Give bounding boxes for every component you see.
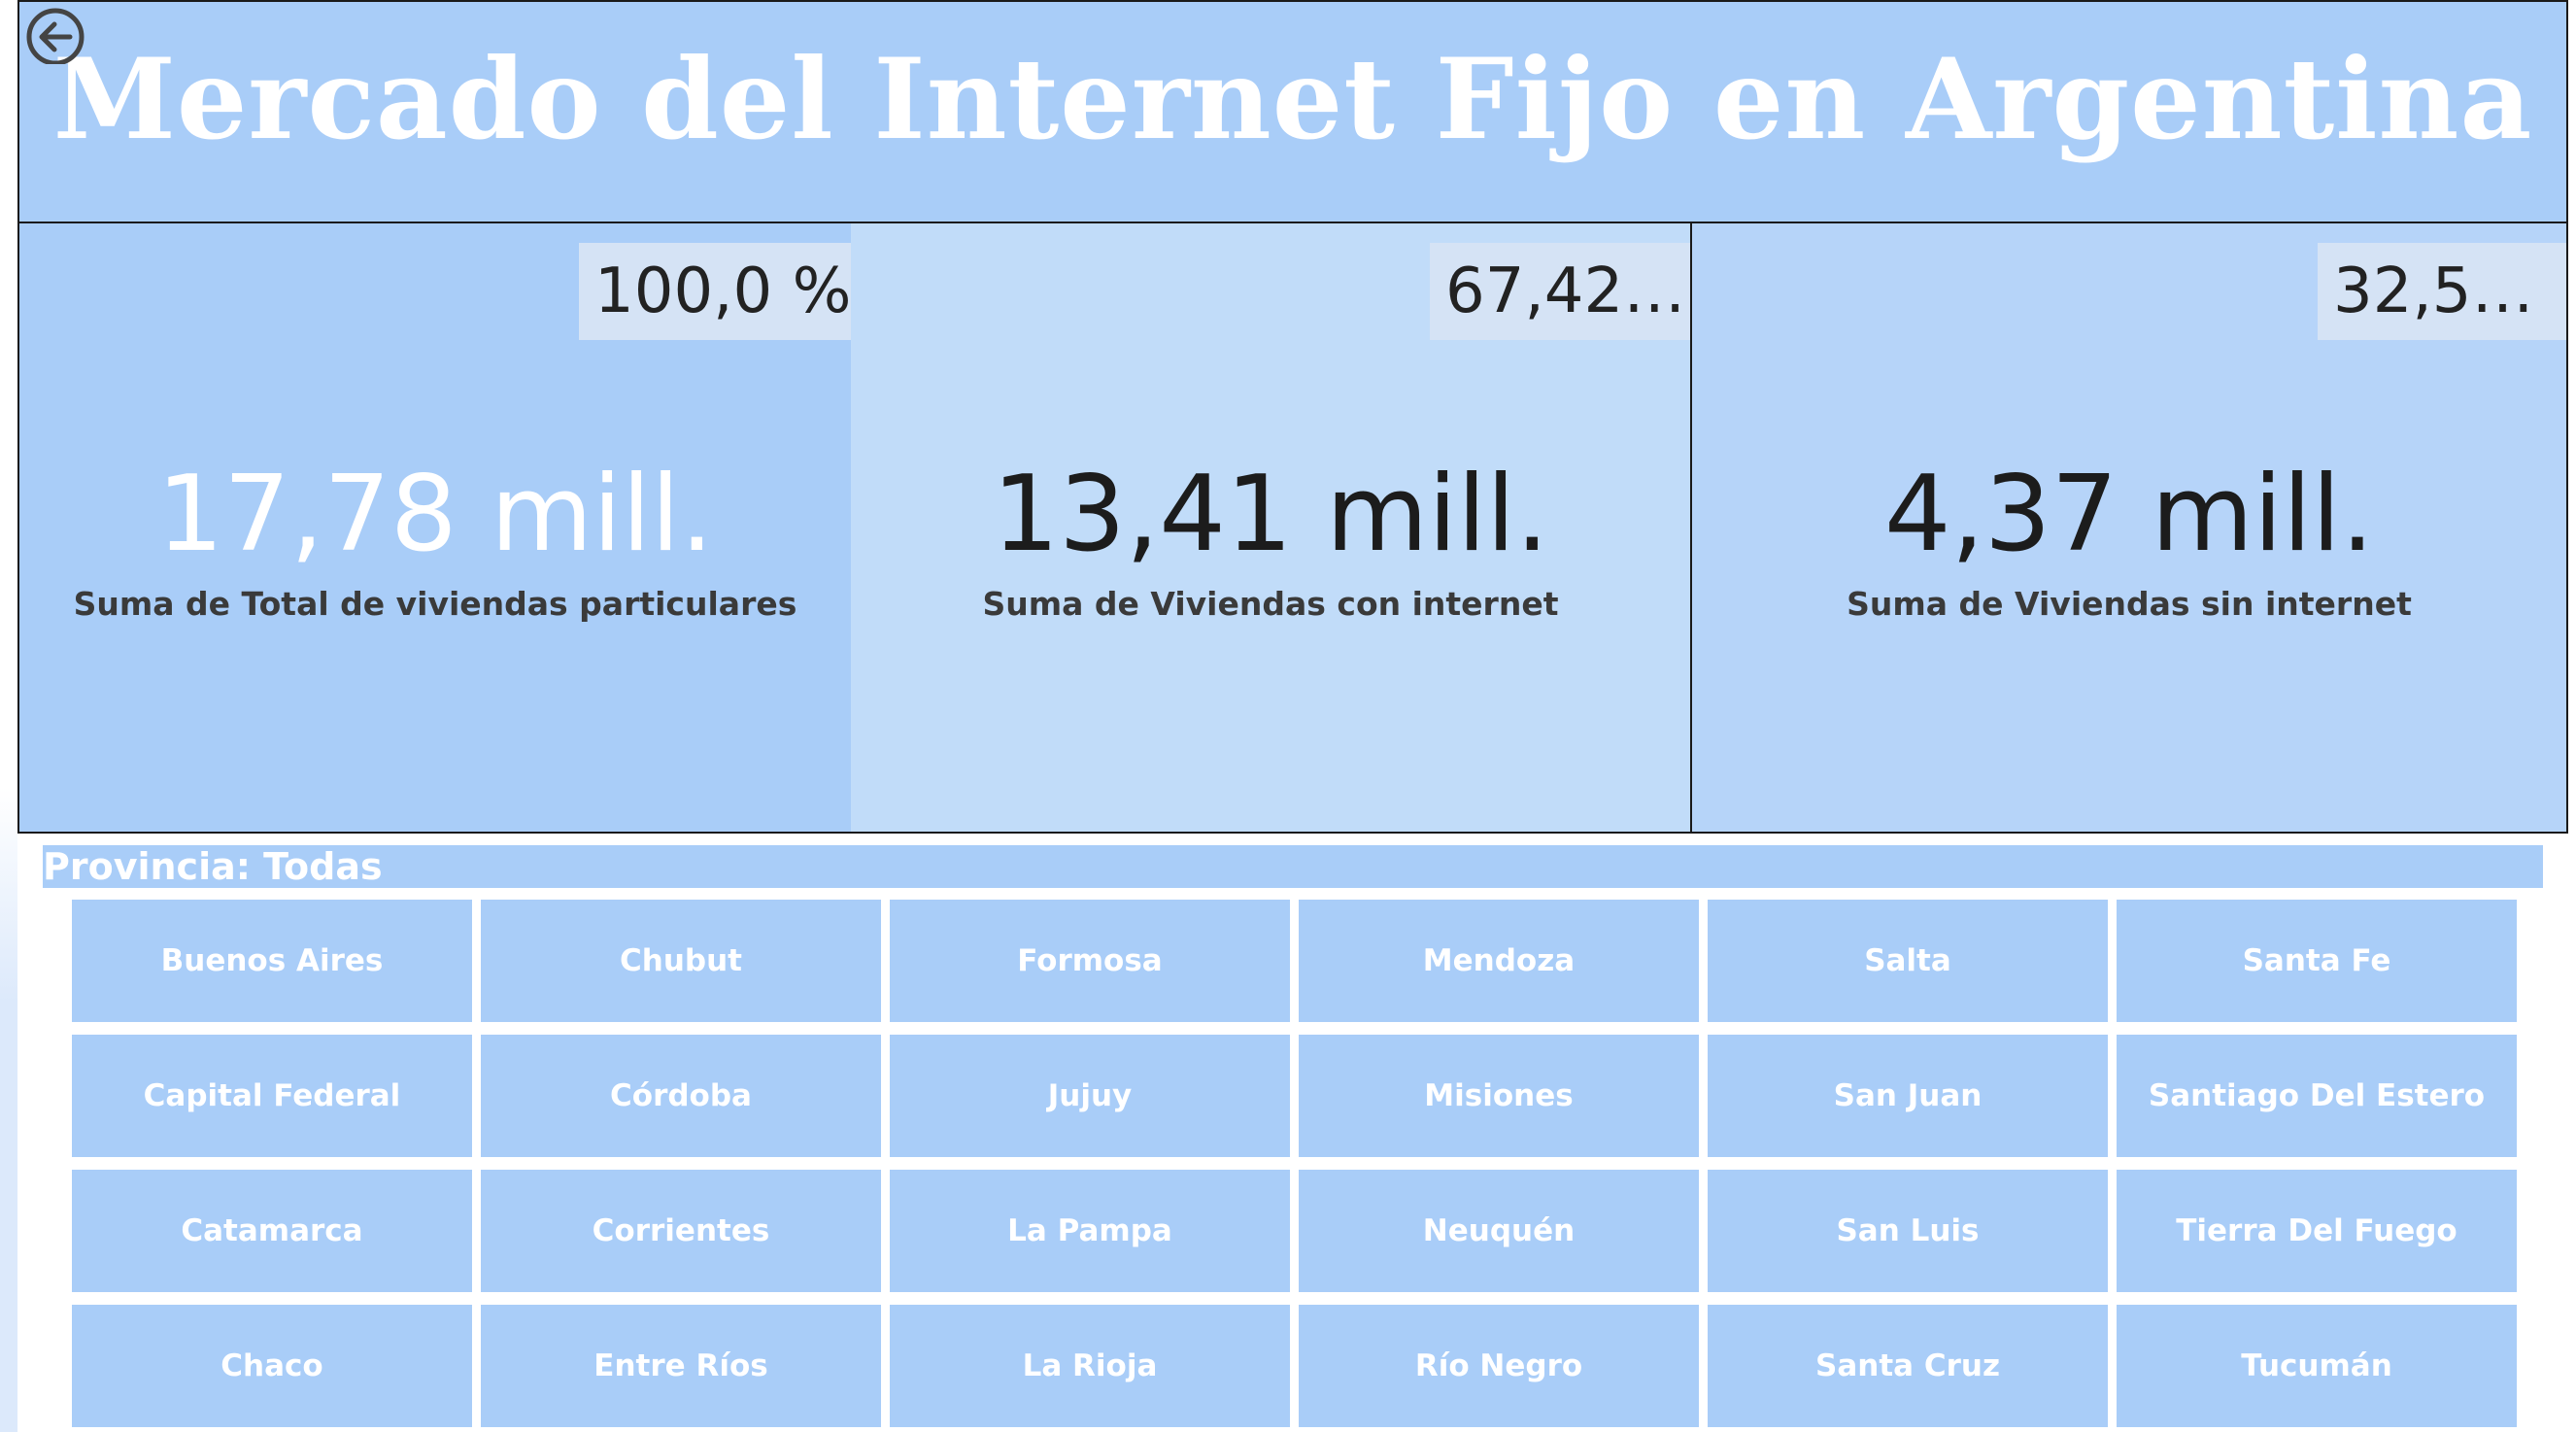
slicer-option[interactable]: La Rioja	[890, 1305, 1290, 1427]
kpi-card-total: 100,0 % 17,78 mill. Suma de Total de viv…	[17, 223, 853, 834]
kpi-cards: 100,0 % 17,78 mill. Suma de Total de viv…	[17, 223, 2568, 834]
slicer-option[interactable]: Río Negro	[1299, 1305, 1699, 1427]
slicer-option[interactable]: Jujuy	[890, 1035, 1290, 1157]
slicer-option[interactable]: Formosa	[890, 900, 1290, 1022]
slicer-option[interactable]: Salta	[1708, 900, 2108, 1022]
province-slicer: Buenos Aires Chubut Formosa Mendoza Salt…	[72, 900, 2520, 1427]
kpi-percent-badge: 100,0 %	[579, 243, 851, 340]
slicer-option[interactable]: Misiones	[1299, 1035, 1699, 1157]
kpi-card-sin-internet: 32,5… 4,37 mill. Suma de Viviendas sin i…	[1692, 223, 2568, 834]
slicer-option[interactable]: Capital Federal	[72, 1035, 472, 1157]
slicer-option[interactable]: Corrientes	[481, 1170, 881, 1292]
slicer-option[interactable]: Chubut	[481, 900, 881, 1022]
kpi-percent-badge: 67,42…	[1430, 243, 1690, 340]
slicer-header: Provincia: Todas	[43, 845, 2543, 888]
kpi-caption: Suma de Viviendas con internet	[982, 585, 1559, 623]
slicer-option[interactable]: Santiago Del Estero	[2117, 1035, 2517, 1157]
slicer-option[interactable]: Santa Fe	[2117, 900, 2517, 1022]
kpi-value: 4,37 mill.	[1883, 454, 2375, 575]
kpi-value: 17,78 mill.	[156, 454, 714, 575]
slicer-option[interactable]: Tierra Del Fuego	[2117, 1170, 2517, 1292]
kpi-percent-badge: 32,5…	[2318, 243, 2566, 340]
slicer-option[interactable]: Catamarca	[72, 1170, 472, 1292]
back-button[interactable]	[25, 4, 85, 66]
page-title: Mercado del Internet Fijo en Argentina	[52, 34, 2533, 164]
slicer-option[interactable]: Entre Ríos	[481, 1305, 881, 1427]
left-edge-strip	[0, 0, 17, 1432]
page-header: Mercado del Internet Fijo en Argentina	[17, 0, 2568, 223]
slicer-option[interactable]: Santa Cruz	[1708, 1305, 2108, 1427]
arrow-left-circle-icon	[26, 8, 85, 66]
slicer-option[interactable]: La Pampa	[890, 1170, 1290, 1292]
kpi-caption: Suma de Total de viviendas particulares	[73, 585, 797, 623]
kpi-caption: Suma de Viviendas sin internet	[1847, 585, 2412, 623]
slicer-option[interactable]: Mendoza	[1299, 900, 1699, 1022]
kpi-value: 13,41 mill.	[992, 454, 1549, 575]
slicer-option[interactable]: San Luis	[1708, 1170, 2108, 1292]
slicer-option[interactable]: San Juan	[1708, 1035, 2108, 1157]
slicer-title: Provincia: Todas	[43, 845, 383, 888]
slicer-option[interactable]: Tucumán	[2117, 1305, 2517, 1427]
kpi-card-con-internet: 67,42… 13,41 mill. Suma de Viviendas con…	[851, 223, 1692, 834]
slicer-option[interactable]: Neuquén	[1299, 1170, 1699, 1292]
slicer-option[interactable]: Chaco	[72, 1305, 472, 1427]
slicer-option[interactable]: Buenos Aires	[72, 900, 472, 1022]
slicer-option[interactable]: Córdoba	[481, 1035, 881, 1157]
